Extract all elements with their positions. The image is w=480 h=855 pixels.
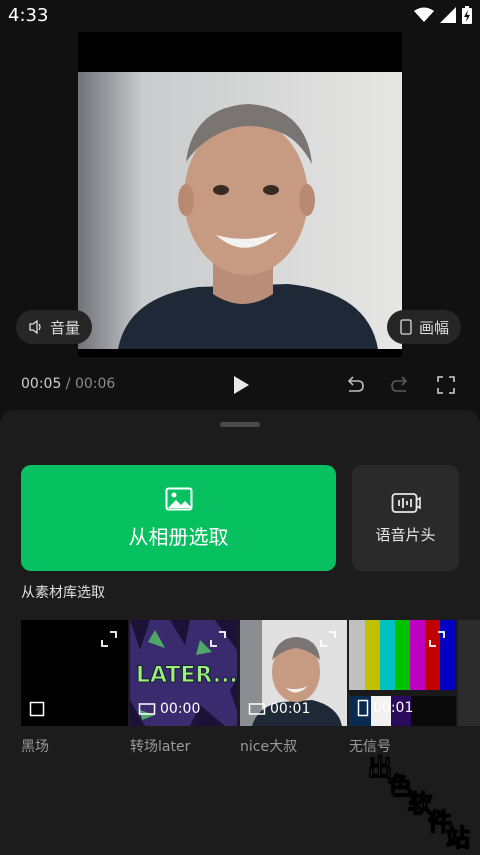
expand-icon[interactable]: [100, 630, 118, 648]
play-button[interactable]: [227, 372, 253, 398]
library-section-title: 从素材库选取: [21, 585, 105, 601]
watermark: 出 色 软 件 站: [362, 742, 480, 855]
sheet-drag-handle[interactable]: [220, 422, 260, 427]
item-duration: 00:00: [138, 701, 200, 717]
library-item-no-signal[interactable]: 00:01: [349, 620, 456, 726]
preview-image: [78, 72, 402, 349]
voice-button-label: 语音片头: [375, 525, 436, 544]
expand-icon[interactable]: [209, 630, 227, 648]
landscape-frame-icon: [248, 703, 266, 715]
volume-label: 音量: [50, 318, 81, 337]
play-icon: [234, 376, 249, 394]
later-text: LATER...: [136, 663, 237, 688]
item-caption: 转场later: [130, 739, 191, 755]
voice-intro-button[interactable]: 语音片头: [352, 465, 459, 571]
select-from-album-button[interactable]: 从相册选取: [21, 465, 336, 571]
library-item-nice-man[interactable]: 00:01: [240, 620, 347, 726]
redo-icon: [391, 376, 408, 392]
image-icon: [165, 487, 192, 510]
item-caption: 黑场: [21, 739, 49, 755]
item-duration: 00:01: [248, 701, 310, 717]
status-time: 4:33: [8, 5, 49, 26]
album-button-label: 从相册选取: [128, 524, 229, 549]
library-item-later[interactable]: LATER... 00:00: [130, 620, 237, 726]
undo-button[interactable]: [342, 372, 368, 398]
square-icon: [29, 701, 45, 717]
current-time: 00:05: [21, 376, 62, 392]
canvas-label: 画幅: [419, 318, 450, 337]
library-item-black[interactable]: [21, 620, 128, 726]
fullscreen-icon: [437, 376, 455, 394]
landscape-frame-icon: [138, 703, 156, 715]
volume-button[interactable]: 音量: [16, 310, 93, 344]
item-caption: nice大叔: [240, 739, 298, 755]
timecode: 00:05 / 00:06: [21, 376, 115, 392]
watermark-char: 站: [446, 824, 471, 853]
expand-icon[interactable]: [428, 630, 446, 648]
expand-icon[interactable]: [319, 630, 337, 648]
time-separator: /: [61, 376, 75, 392]
status-icons: [414, 6, 472, 24]
item-duration: [29, 701, 49, 717]
battery-icon: [462, 6, 472, 24]
status-bar: 4:33: [0, 0, 480, 32]
redo-button[interactable]: [387, 372, 413, 398]
portrait-frame-icon: [357, 699, 369, 717]
audio-wave-icon: [391, 492, 421, 513]
undo-icon: [347, 376, 364, 392]
wifi-icon: [414, 7, 434, 22]
canvas-icon: [400, 319, 412, 335]
canvas-ratio-button[interactable]: 画幅: [387, 310, 462, 344]
video-preview[interactable]: [78, 32, 402, 357]
total-time: 00:06: [74, 376, 116, 392]
item-duration: 00:01: [357, 699, 413, 717]
library-item-more[interactable]: [458, 620, 480, 726]
speaker-icon: [29, 319, 41, 335]
fullscreen-button[interactable]: [433, 372, 459, 398]
signal-icon: [440, 7, 456, 23]
